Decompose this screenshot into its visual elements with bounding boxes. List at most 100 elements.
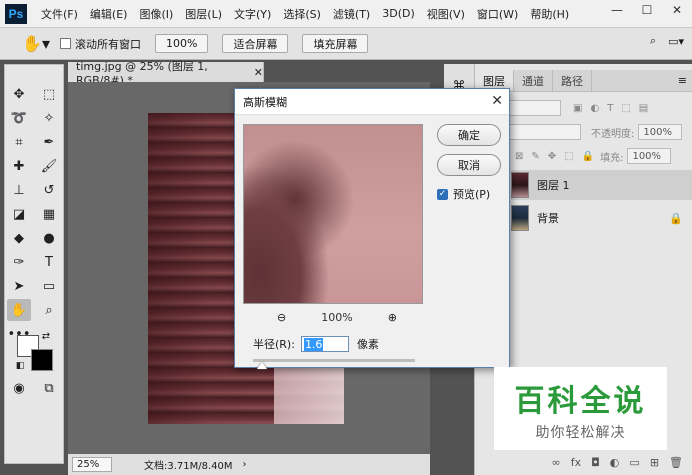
new-group-icon[interactable]: ▭	[629, 456, 639, 469]
screen-mode-icon[interactable]: ⧉	[37, 377, 61, 399]
radius-row: 半径(R): 1.6 像素	[253, 336, 379, 352]
path-select-tool-icon[interactable]: ➤	[7, 275, 31, 297]
lock-position-icon[interactable]: ✥	[548, 151, 556, 162]
zoom-out-icon[interactable]: ⊖	[277, 311, 286, 324]
status-bar: 25% 文档:3.71M/8.40M ›	[68, 454, 430, 475]
lock-brush-icon[interactable]: ✎	[531, 151, 539, 162]
gradient-tool-icon[interactable]: ▦	[37, 203, 61, 225]
window-controls: — ☐ ✕	[602, 0, 692, 20]
type-tool-icon[interactable]: T	[37, 251, 61, 273]
menu-filter[interactable]: 滤镜(T)	[327, 6, 376, 22]
blur-preview[interactable]	[243, 124, 423, 304]
filter-shape-icon[interactable]: ⬚	[621, 103, 630, 114]
status-menu-arrow-icon[interactable]: ›	[243, 459, 247, 470]
document-size: 文档:3.71M/8.40M	[144, 461, 233, 472]
radius-slider-thumb[interactable]	[257, 362, 267, 369]
menu-image[interactable]: 图像(I)	[133, 6, 179, 22]
menu-view[interactable]: 视图(V)	[421, 6, 471, 22]
marquee-tool-icon[interactable]: ⬚	[37, 83, 61, 105]
watermark: 百科全说 助你轻松解决	[494, 367, 667, 450]
scroll-all-windows-label: 滚动所有窗口	[75, 37, 141, 51]
radius-value[interactable]: 1.6	[303, 337, 324, 351]
dialog-close-icon[interactable]: ✕	[491, 93, 503, 109]
layer-row-background[interactable]: 背景 🔒	[511, 203, 692, 233]
dodge-tool-icon[interactable]: ●	[37, 227, 61, 249]
quick-mask-icon[interactable]: ◉	[7, 377, 31, 399]
ok-button[interactable]: 确定	[437, 124, 501, 146]
checkbox-box[interactable]	[60, 38, 71, 49]
opacity-field[interactable]: 100%	[638, 124, 683, 140]
pen-tool-icon[interactable]: ✑	[7, 251, 31, 273]
preview-zoom-row: ⊖ 100% ⊕	[277, 311, 397, 324]
brush-tool-icon[interactable]: 🖌	[37, 155, 61, 177]
watermark-title: 百科全说	[514, 383, 647, 419]
add-mask-icon[interactable]: ◘	[591, 456, 600, 469]
move-tool-icon[interactable]: ✥	[7, 83, 31, 105]
scroll-all-windows-checkbox[interactable]: 滚动所有窗口	[60, 36, 141, 52]
menu-layer[interactable]: 图层(L)	[179, 6, 228, 22]
filter-smart-icon[interactable]: ▤	[639, 103, 648, 114]
clone-stamp-tool-icon[interactable]: ⊥	[7, 179, 31, 201]
fit-screen-button[interactable]: 适合屏幕	[222, 34, 289, 53]
close-document-icon[interactable]: ✕	[254, 66, 263, 79]
search-icon[interactable]: ⌕	[650, 34, 656, 48]
eraser-tool-icon[interactable]: ◪	[7, 203, 31, 225]
preview-label: 预览(P)	[453, 188, 491, 201]
document-tab[interactable]: timg.jpg @ 25% (图层 1, RGB/8#) * ✕	[68, 60, 264, 87]
default-colors-icon[interactable]: ◧	[13, 359, 27, 373]
layer-thumbnail	[511, 172, 529, 198]
zoom-100-button[interactable]: 100%	[155, 34, 209, 53]
quick-select-tool-icon[interactable]: ✧	[37, 107, 61, 129]
background-color-swatch[interactable]	[31, 349, 53, 371]
lock-artboard-icon[interactable]: ⬚	[564, 151, 573, 162]
history-brush-tool-icon[interactable]: ↺	[37, 179, 61, 201]
checkmark-icon[interactable]: ✓	[437, 188, 448, 200]
close-button[interactable]: ✕	[662, 0, 692, 20]
rectangle-tool-icon[interactable]: ▭	[37, 275, 61, 297]
radius-input[interactable]: 1.6	[300, 336, 349, 352]
delete-layer-icon[interactable]: 🗑	[669, 456, 683, 469]
workspace-switcher-icon[interactable]: ▭▾	[668, 35, 684, 48]
filter-adjust-icon[interactable]: ◐	[590, 103, 599, 114]
lock-pixels-icon[interactable]: ⊠	[515, 151, 523, 162]
menu-help[interactable]: 帮助(H)	[524, 6, 575, 22]
preview-checkbox[interactable]: ✓ 预览(P)	[437, 186, 490, 202]
adjustment-layer-icon[interactable]: ◐	[610, 456, 620, 469]
filter-image-icon[interactable]: ▣	[573, 103, 582, 114]
radius-label: 半径(R):	[253, 338, 295, 351]
zoom-tool-icon[interactable]: ⌕	[37, 299, 61, 321]
link-layers-icon[interactable]: ∞	[552, 456, 561, 469]
maximize-button[interactable]: ☐	[632, 0, 662, 20]
minimize-button[interactable]: —	[602, 0, 632, 20]
blur-tool-icon[interactable]: ◆	[7, 227, 31, 249]
menu-3d[interactable]: 3D(D)	[376, 7, 421, 20]
layer-row-1[interactable]: 图层 1	[511, 170, 692, 200]
menu-file[interactable]: 文件(F)	[35, 6, 84, 22]
filter-type-icon[interactable]: T	[607, 103, 613, 114]
panel-menu-icon[interactable]: ≡	[678, 70, 692, 91]
eyedropper-tool-icon[interactable]: ✒	[37, 131, 61, 153]
layer-thumbnail	[511, 205, 529, 231]
healing-brush-tool-icon[interactable]: ✚	[7, 155, 31, 177]
lasso-tool-icon[interactable]: ➰	[7, 107, 31, 129]
new-layer-icon[interactable]: ⊞	[650, 456, 659, 469]
lock-all-icon[interactable]: 🔒	[582, 151, 594, 162]
swap-colors-icon[interactable]: ⇄	[39, 329, 53, 343]
fx-icon[interactable]: fx	[571, 456, 581, 469]
tab-paths[interactable]: 路径	[553, 70, 592, 91]
hand-tool-icon[interactable]: ✋	[7, 299, 31, 321]
radius-slider-track[interactable]	[253, 359, 415, 362]
cancel-button[interactable]: 取消	[437, 154, 501, 176]
crop-tool-icon[interactable]: ⌗	[7, 131, 31, 153]
fill-field[interactable]: 100%	[627, 148, 672, 164]
menu-type[interactable]: 文字(Y)	[228, 6, 277, 22]
radius-unit: 像素	[356, 338, 379, 351]
fill-screen-button[interactable]: 填充屏幕	[302, 34, 369, 53]
status-zoom-field[interactable]: 25%	[72, 457, 112, 472]
hand-tool-preset-icon[interactable]: ✋▾	[18, 32, 54, 56]
menu-select[interactable]: 选择(S)	[277, 6, 327, 22]
menu-edit[interactable]: 编辑(E)	[84, 6, 134, 22]
zoom-in-icon[interactable]: ⊕	[388, 311, 397, 324]
tab-channels[interactable]: 通道	[514, 70, 553, 91]
menu-window[interactable]: 窗口(W)	[471, 6, 524, 22]
